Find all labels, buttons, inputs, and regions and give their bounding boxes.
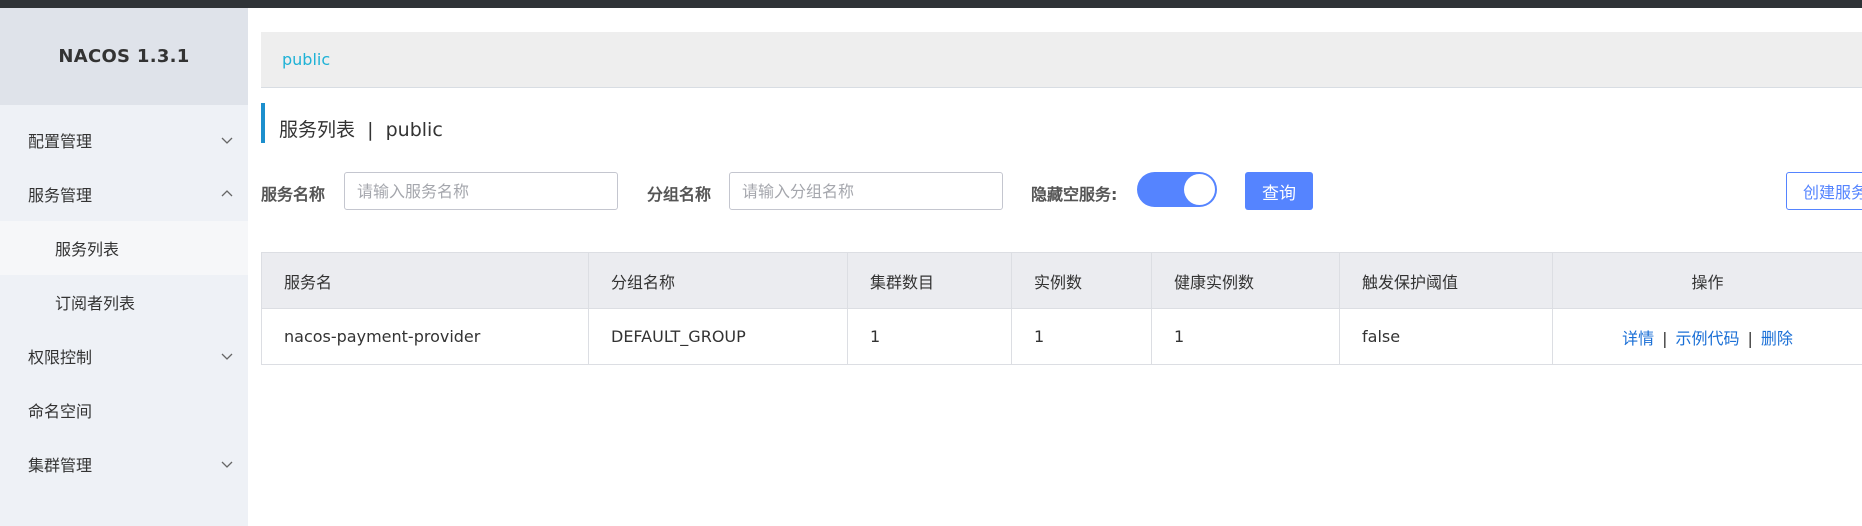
- action-separator: |: [1747, 328, 1753, 348]
- title-separator: |: [367, 119, 374, 141]
- toggle-knob: [1184, 174, 1215, 205]
- sidebar-item-label: 配置管理: [28, 132, 93, 151]
- sidebar-item-label: 集群管理: [28, 456, 93, 475]
- sidebar: NACOS 1.3.1 配置管理 服务管理 服务列表 订阅者列表 权限控制 命名…: [0, 8, 248, 526]
- query-button[interactable]: 查询: [1245, 172, 1313, 210]
- cell-group-name: DEFAULT_GROUP: [588, 308, 848, 365]
- sample-code-link[interactable]: 示例代码: [1675, 329, 1739, 348]
- hide-empty-label: 隐藏空服务:: [1031, 185, 1118, 204]
- detail-link[interactable]: 详情: [1622, 329, 1654, 348]
- cell-service-name: nacos-payment-provider: [261, 308, 589, 365]
- column-header-protect-threshold: 触发保护阈值: [1339, 252, 1553, 309]
- namespace-bar: public: [261, 32, 1862, 88]
- sidebar-item-label: 命名空间: [28, 402, 93, 421]
- brand-logo[interactable]: NACOS 1.3.1: [0, 8, 248, 105]
- service-table: 服务名 分组名称 集群数目 实例数 健康实例数 触发保护阈值 操作 nacos-…: [261, 252, 1862, 365]
- column-header-cluster-count: 集群数目: [847, 252, 1012, 309]
- title-accent-bar: [261, 103, 265, 143]
- chevron-down-icon: [221, 137, 233, 144]
- table-row: nacos-payment-provider DEFAULT_GROUP 1 1…: [261, 308, 1862, 365]
- column-header-group-name: 分组名称: [588, 252, 848, 309]
- namespace-link-public[interactable]: public: [282, 50, 330, 69]
- service-name-label: 服务名称: [261, 185, 326, 204]
- sidebar-item-config-management[interactable]: 配置管理: [0, 113, 248, 167]
- chevron-down-icon: [221, 353, 233, 360]
- cell-instance-count: 1: [1011, 308, 1152, 365]
- column-header-service-name: 服务名: [261, 252, 589, 309]
- chevron-up-icon: [221, 190, 233, 197]
- sidebar-item-label: 权限控制: [28, 348, 93, 367]
- sidebar-item-label: 服务列表: [55, 240, 120, 259]
- page-title-namespace: public: [385, 119, 443, 141]
- page-title: 服务列表 | public: [279, 115, 443, 142]
- group-name-label: 分组名称: [647, 185, 712, 204]
- hide-empty-toggle[interactable]: [1137, 172, 1217, 207]
- sidebar-item-access-control[interactable]: 权限控制: [0, 329, 248, 383]
- service-name-input[interactable]: [344, 172, 618, 210]
- sidebar-item-service-list[interactable]: 服务列表: [0, 221, 248, 275]
- table-header-row: 服务名 分组名称 集群数目 实例数 健康实例数 触发保护阈值 操作: [261, 252, 1862, 309]
- group-name-input[interactable]: [729, 172, 1003, 210]
- sidebar-item-label: 订阅者列表: [55, 294, 136, 313]
- sidebar-item-service-management[interactable]: 服务管理: [0, 167, 248, 221]
- sidebar-item-cluster-management[interactable]: 集群管理: [0, 437, 248, 491]
- cell-cluster-count: 1: [847, 308, 1012, 365]
- delete-link[interactable]: 删除: [1761, 329, 1793, 348]
- column-header-actions: 操作: [1552, 252, 1862, 309]
- chevron-down-icon: [221, 461, 233, 468]
- sidebar-item-namespace[interactable]: 命名空间: [0, 383, 248, 437]
- sidebar-item-subscriber-list[interactable]: 订阅者列表: [0, 275, 248, 329]
- column-header-instance-count: 实例数: [1011, 252, 1152, 309]
- window-top-bar: [0, 0, 1862, 8]
- cell-protect-threshold: false: [1339, 308, 1553, 365]
- create-service-button[interactable]: 创建服务: [1786, 172, 1862, 210]
- page-title-text: 服务列表: [279, 119, 356, 141]
- sidebar-item-label: 服务管理: [28, 186, 93, 205]
- action-separator: |: [1662, 328, 1668, 348]
- cell-actions: 详情 | 示例代码 | 删除: [1552, 308, 1862, 365]
- column-header-healthy-count: 健康实例数: [1151, 252, 1340, 309]
- cell-healthy-count: 1: [1151, 308, 1340, 365]
